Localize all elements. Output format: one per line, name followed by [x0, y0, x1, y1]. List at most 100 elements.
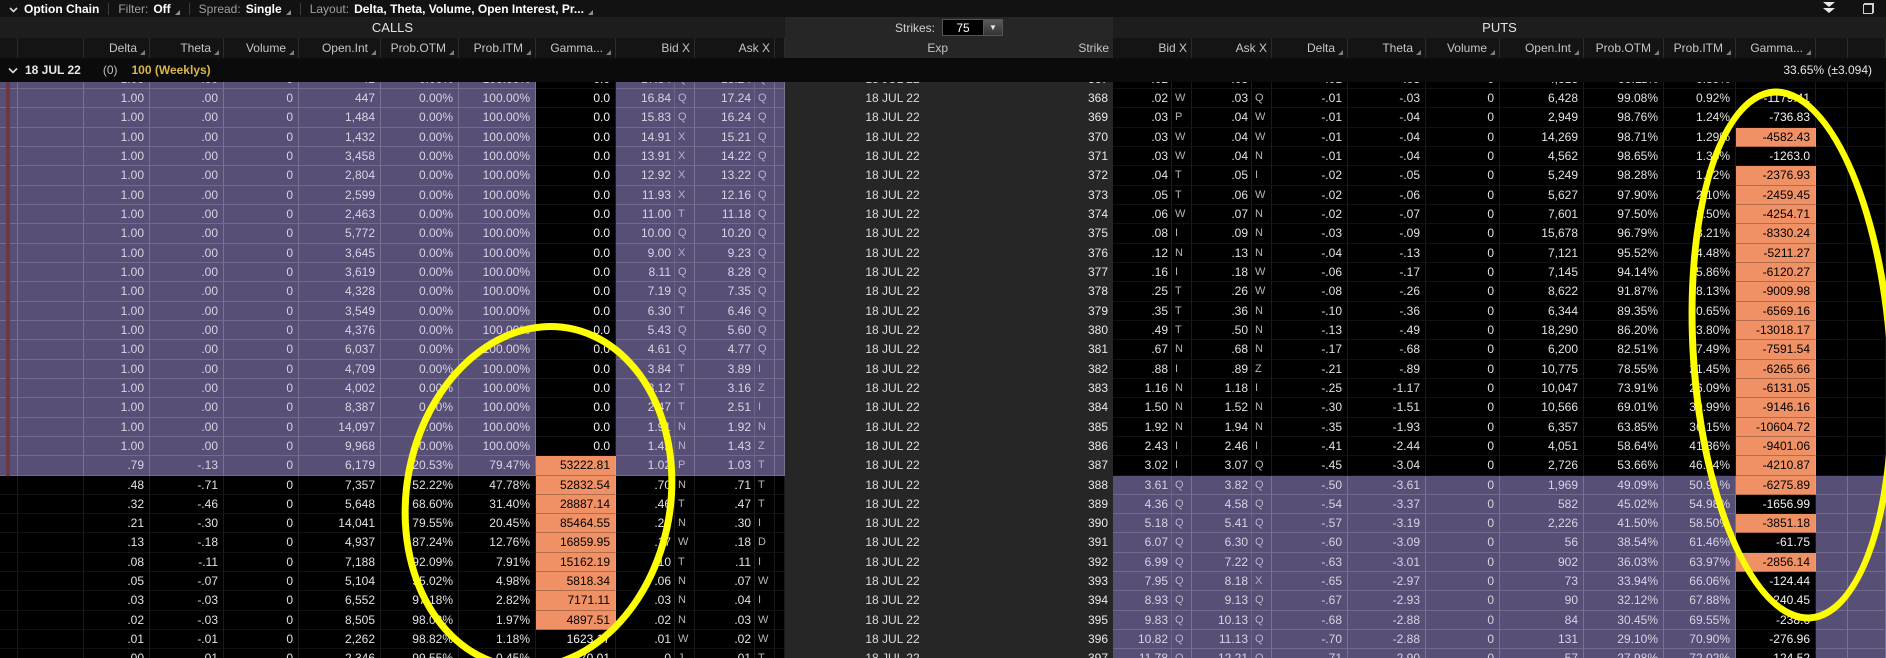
call-delta-cell[interactable]: .08 — [84, 553, 150, 572]
call-vol-cell[interactable]: 0 — [224, 302, 299, 321]
call-otm-cell[interactable]: 0.00% — [381, 244, 459, 263]
row-expander-cell[interactable] — [0, 649, 18, 658]
put-delta-cell[interactable]: -.54 — [1272, 495, 1348, 514]
row-expander-cell[interactable] — [0, 476, 18, 495]
call-itm-cell[interactable]: 100.00% — [459, 205, 536, 224]
call-otm-cell[interactable]: 79.55% — [381, 514, 459, 533]
call-itm-cell[interactable]: 31.40% — [459, 495, 536, 514]
put-oi-cell[interactable]: 6,200 — [1500, 340, 1584, 359]
call-vol-cell[interactable]: 0 — [224, 611, 299, 630]
call-ask-quote-cell[interactable]: .07W — [695, 572, 775, 591]
put-otm-cell[interactable]: 94.14% — [1584, 263, 1664, 282]
put-otm-cell[interactable]: 98.28% — [1584, 166, 1664, 185]
call-bid-quote-cell[interactable]: .17W — [616, 533, 695, 552]
put-theta-cell[interactable]: -3.04 — [1348, 456, 1426, 475]
put-delta-cell[interactable]: -.63 — [1272, 553, 1348, 572]
put-oi-cell[interactable]: 73 — [1500, 572, 1584, 591]
put-itm-cell[interactable]: 66.06% — [1664, 572, 1736, 591]
call-gamma-cell[interactable]: 0.0 — [536, 244, 616, 263]
strike-cell[interactable]: 372 — [1000, 166, 1113, 185]
put-bid-quote-cell[interactable]: .02W — [1113, 82, 1192, 89]
call-vol-cell[interactable]: 0 — [224, 205, 299, 224]
call-otm-cell[interactable]: 0.00% — [381, 360, 459, 379]
call-gamma-cell[interactable]: 0.0 — [536, 379, 616, 398]
put-oi-cell[interactable]: 5,249 — [1500, 166, 1584, 185]
put-bid-quote-cell[interactable]: 10.82Q — [1113, 630, 1192, 649]
put-ask-quote-cell[interactable]: .18W — [1192, 263, 1272, 282]
put-ask-quote-cell[interactable]: 3.07Q — [1192, 456, 1272, 475]
put-oi-cell[interactable]: 10,047 — [1500, 379, 1584, 398]
call-ask-quote-cell[interactable]: 3.89I — [695, 360, 775, 379]
call-bid-quote-cell[interactable]: .01W — [616, 630, 695, 649]
put-theta-cell[interactable]: -3.37 — [1348, 495, 1426, 514]
put-ask-quote-cell[interactable]: .04W — [1192, 128, 1272, 147]
put-ask-quote-cell[interactable]: 6.30Q — [1192, 533, 1272, 552]
put-gamma-cell[interactable]: -6275.89 — [1736, 476, 1816, 495]
put-ask-quote-cell[interactable]: .13N — [1192, 244, 1272, 263]
put-bid-quote-cell[interactable]: 7.95Q — [1113, 572, 1192, 591]
call-bid-quote-cell[interactable]: 3.12T — [616, 379, 695, 398]
call-itm-cell[interactable]: 100.00% — [459, 224, 536, 243]
call-otm-cell[interactable]: 0.00% — [381, 186, 459, 205]
put-otm-cell[interactable]: 95.52% — [1584, 244, 1664, 263]
call-itm-cell[interactable]: 100.00% — [459, 89, 536, 108]
call-itm-cell[interactable]: 100.00% — [459, 166, 536, 185]
put-bid-quote-cell[interactable]: .16I — [1113, 263, 1192, 282]
put-gamma-cell[interactable] — [1736, 82, 1816, 89]
put-oi-cell[interactable]: 18,290 — [1500, 321, 1584, 340]
call-delta-cell[interactable]: .48 — [84, 476, 150, 495]
call-ask-quote-cell[interactable]: .18D — [695, 533, 775, 552]
put-ask-quote-cell[interactable]: 11.13Q — [1192, 630, 1272, 649]
put-bid-quote-cell[interactable]: 3.02I — [1113, 456, 1192, 475]
put-vol-cell[interactable]: 0 — [1426, 514, 1500, 533]
call-delta-cell[interactable]: 1.00 — [84, 128, 150, 147]
put-itm-cell[interactable]: 5.86% — [1664, 263, 1736, 282]
call-oi-cell[interactable]: 2,463 — [299, 205, 381, 224]
strike-cell[interactable]: 389 — [1000, 495, 1113, 514]
put-gamma-cell[interactable]: -6120.27 — [1736, 263, 1816, 282]
put-delta-cell[interactable]: -.25 — [1272, 379, 1348, 398]
call-theta-cell[interactable]: .00 — [150, 379, 224, 398]
call-otm-cell[interactable]: 0.00% — [381, 128, 459, 147]
put-oi-cell[interactable]: 10,566 — [1500, 398, 1584, 417]
col-header-call-itm[interactable]: Prob.ITM — [459, 38, 536, 58]
call-otm-cell[interactable]: 0.00% — [381, 379, 459, 398]
filter-dropdown[interactable]: Filter: Off — [109, 0, 188, 17]
call-itm-cell[interactable]: 100.00% — [459, 321, 536, 340]
put-vol-cell[interactable]: 0 — [1426, 244, 1500, 263]
call-gamma-cell[interactable]: 0.0 — [536, 186, 616, 205]
put-vol-cell[interactable]: 0 — [1426, 495, 1500, 514]
call-gamma-cell[interactable]: 470.01 — [536, 649, 616, 658]
col-header-put-ask[interactable]: Ask X — [1192, 38, 1272, 58]
put-delta-cell[interactable]: -.17 — [1272, 340, 1348, 359]
call-itm-cell[interactable]: 1.18% — [459, 630, 536, 649]
call-ask-quote-cell[interactable]: 2.51I — [695, 398, 775, 417]
put-gamma-cell[interactable]: -5211.27 — [1736, 244, 1816, 263]
put-theta-cell[interactable]: -.03 — [1348, 82, 1426, 89]
put-ask-quote-cell[interactable]: .68N — [1192, 340, 1272, 359]
put-oi-cell[interactable]: 8,622 — [1500, 282, 1584, 301]
put-gamma-cell[interactable]: -2459.45 — [1736, 186, 1816, 205]
detach-window-icon[interactable] — [1863, 3, 1874, 14]
call-theta-cell[interactable]: .00 — [150, 224, 224, 243]
call-bid-quote-cell[interactable]: 1.42N — [616, 437, 695, 456]
put-itm-cell[interactable]: 2.50% — [1664, 205, 1736, 224]
strike-cell[interactable]: 378 — [1000, 282, 1113, 301]
call-delta-cell[interactable]: 1.00 — [84, 379, 150, 398]
call-theta-cell[interactable]: -.18 — [150, 533, 224, 552]
strike-cell[interactable]: 380 — [1000, 321, 1113, 340]
strike-cell[interactable]: 374 — [1000, 205, 1113, 224]
call-delta-cell[interactable]: 1.00 — [84, 340, 150, 359]
double-chevron-down-icon[interactable] — [1821, 1, 1837, 17]
call-vol-cell[interactable]: 0 — [224, 437, 299, 456]
call-vol-cell[interactable]: 0 — [224, 108, 299, 127]
strike-cell[interactable]: 370 — [1000, 128, 1113, 147]
call-oi-cell[interactable]: 3,619 — [299, 263, 381, 282]
call-ask-quote-cell[interactable]: 17.24Q — [695, 89, 775, 108]
call-delta-cell[interactable]: .79 — [84, 456, 150, 475]
call-itm-cell[interactable]: 100.00% — [459, 82, 536, 89]
put-bid-quote-cell[interactable]: 6.07Q — [1113, 533, 1192, 552]
call-bid-quote-cell[interactable]: .10T — [616, 553, 695, 572]
call-theta-cell[interactable]: .00 — [150, 128, 224, 147]
put-oi-cell[interactable]: 4,562 — [1500, 147, 1584, 166]
